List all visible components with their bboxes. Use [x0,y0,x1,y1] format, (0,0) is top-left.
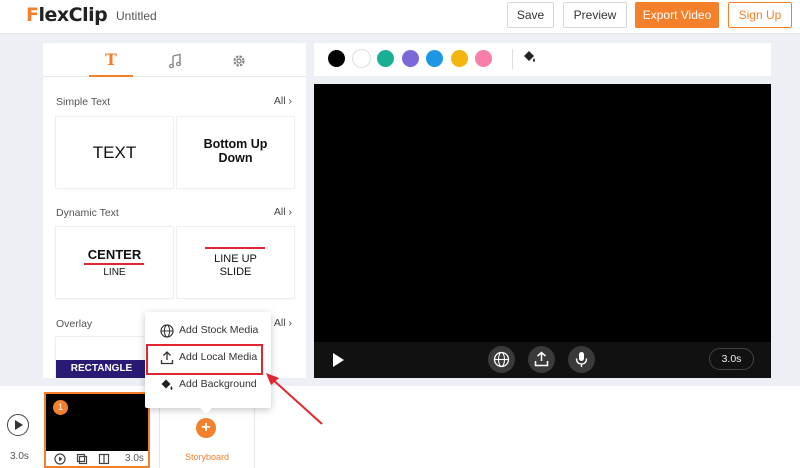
export-video-button[interactable]: Export Video [635,2,719,28]
card-sublabel: LINE [103,267,126,278]
section-title-simple-text: Simple Text [56,96,111,108]
plus-icon[interactable]: + [196,418,216,438]
card-label: Bottom Up Down [203,137,268,165]
clip-number-badge: 1 [53,400,68,415]
color-swatch-pink[interactable] [475,50,492,67]
flexclip-logo[interactable]: FlexClip [26,4,108,26]
globe-icon [160,324,174,338]
save-button[interactable]: Save [507,2,554,28]
paint-bucket-icon [161,379,173,390]
color-swatch-teal[interactable] [377,50,394,67]
clip-toolbar: 3.0s [46,451,148,466]
overline-bar [205,247,265,249]
text-template-card[interactable]: TEXT [56,117,173,188]
play-icon [15,419,23,430]
overlay-all-link[interactable]: All › [274,317,292,329]
preview-time-display: 3.0s [709,348,754,370]
color-swatch-black[interactable] [328,50,345,67]
play-icon[interactable] [333,353,344,367]
color-toolbar [314,43,771,76]
menu-item-label: Add Background [179,378,257,390]
simple-text-all-link[interactable]: All › [274,95,292,107]
red-arrow-annotation [266,373,323,425]
dynamic-text-all-link[interactable]: All › [274,206,292,218]
text-template-card[interactable]: LINE UP SLIDE [177,227,294,298]
menu-item-add-background[interactable]: Add Background [145,372,271,398]
sign-up-button[interactable]: Sign Up [728,2,792,28]
clip-duration: 3.0s [125,453,144,464]
microphone-icon[interactable] [568,346,595,373]
text-tab-icon[interactable]: T [89,49,133,77]
video-preview[interactable]: 3.0s [314,84,771,378]
section-title-overlay: Overlay [56,318,93,330]
paint-bucket-icon[interactable] [512,49,535,69]
color-swatch-yellow[interactable] [451,50,468,67]
scene-clip[interactable]: 1 3.0s [44,392,150,468]
timeline: 3.0s 1 3.0s + Storyboard [0,386,800,468]
underline-bar [84,263,144,265]
color-swatch-white[interactable] [353,50,370,67]
card-label: TEXT [92,143,137,162]
preview-button[interactable]: Preview [563,2,627,28]
top-bar: FlexClip Untitled Save Preview Export Vi… [0,0,800,34]
section-title-dynamic-text: Dynamic Text [56,207,119,219]
menu-item-label: Add Stock Media [179,324,259,336]
panel-tabbar: T [43,43,306,77]
timeline-play-button[interactable] [7,414,29,436]
highlight-box [146,344,263,375]
gear-icon[interactable] [224,49,254,73]
upload-icon[interactable] [528,346,555,373]
duplicate-icon[interactable] [76,453,88,465]
storyboard-label: Storyboard [184,452,230,462]
color-swatch-purple[interactable] [402,50,419,67]
music-icon[interactable] [160,49,190,73]
player-controls: 3.0s [314,342,771,378]
color-swatch-blue[interactable] [426,50,443,67]
split-icon[interactable] [98,453,110,465]
total-duration: 3.0s [10,451,29,462]
text-template-card[interactable]: Bottom Up Down [177,117,294,188]
clip-play-icon[interactable] [54,453,66,465]
card-label: LINE UP [214,253,257,265]
globe-icon[interactable] [488,346,515,373]
text-template-card[interactable]: CENTER LINE [56,227,173,298]
card-label: CENTER [87,247,142,262]
card-sublabel: SLIDE [219,266,252,278]
menu-item-add-stock-media[interactable]: Add Stock Media [145,318,271,344]
document-title[interactable]: Untitled [116,9,157,23]
